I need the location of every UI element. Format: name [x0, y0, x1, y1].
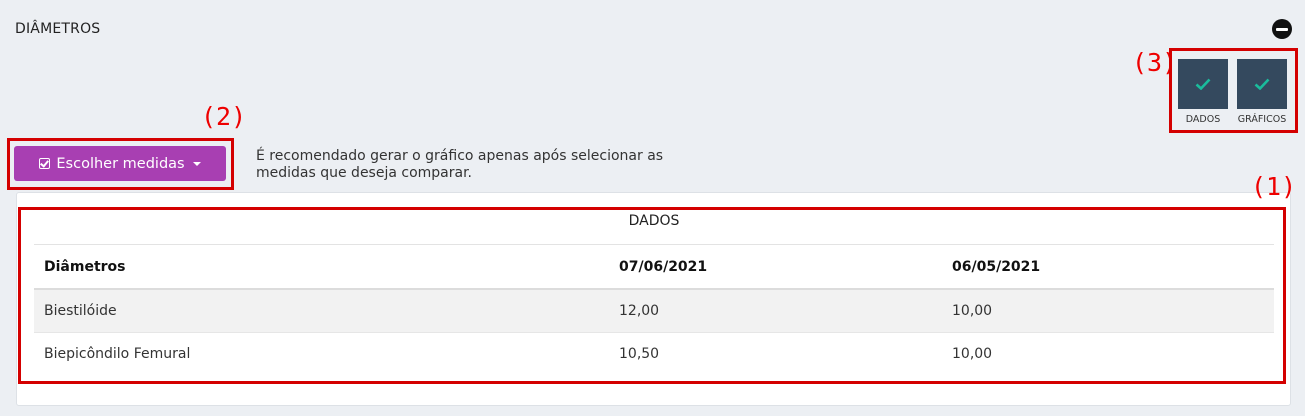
table-cell: 10,00 — [942, 288, 1274, 333]
column-header: Diâmetros — [34, 244, 609, 290]
toggle-graficos-label: GRÁFICOS — [1237, 114, 1287, 125]
table-cell: 10,00 — [942, 332, 1274, 375]
table-row: Biestilóide 12,00 10,00 — [34, 288, 1274, 333]
toggle-graficos[interactable] — [1237, 59, 1287, 109]
choose-measures-button[interactable]: Escolher medidas — [14, 146, 226, 181]
table-cell: 12,00 — [609, 288, 942, 333]
toggle-dados[interactable] — [1178, 59, 1228, 109]
choose-measures-label: Escolher medidas — [56, 155, 185, 172]
table-header-row: Diâmetros 07/06/2021 06/05/2021 — [34, 244, 1274, 290]
column-header: 06/05/2021 — [942, 244, 1274, 290]
data-table: Diâmetros 07/06/2021 06/05/2021 Biestiló… — [34, 244, 1274, 375]
checkbox-icon — [39, 158, 51, 169]
column-header: 07/06/2021 — [609, 244, 942, 290]
recommendation-hint: É recomendado gerar o gráfico apenas apó… — [256, 148, 664, 181]
caret-down-icon — [192, 161, 201, 166]
table-cell: 10,50 — [609, 332, 942, 375]
section-title: DIÂMETROS — [15, 21, 101, 37]
table-caption: DADOS — [628, 213, 680, 229]
toggle-dados-label: DADOS — [1185, 114, 1221, 125]
table-row: Biepicôndilo Femural 10,50 10,00 — [34, 332, 1274, 375]
check-icon — [1195, 78, 1211, 90]
annotation-label-2: (2) — [201, 102, 247, 131]
table-cell: Biestilóide — [34, 288, 609, 333]
check-icon — [1254, 78, 1270, 90]
annotation-label-1: (1) — [1251, 172, 1297, 201]
table-cell: Biepicôndilo Femural — [34, 332, 609, 375]
collapse-minus-icon[interactable] — [1272, 19, 1292, 39]
